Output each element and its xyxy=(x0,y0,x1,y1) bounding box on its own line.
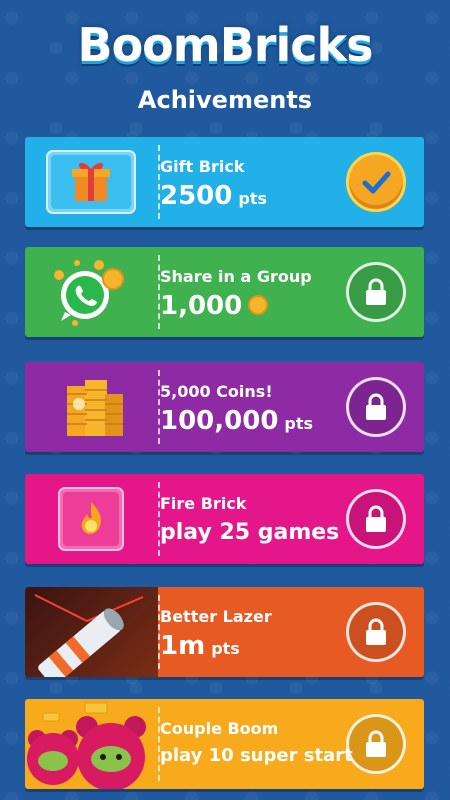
achievement-card-share-group[interactable]: Share in a Group 1,000 xyxy=(25,247,424,337)
value-number: 1m xyxy=(160,631,206,661)
lock-icon xyxy=(366,505,386,532)
achievement-title: Fire Brick xyxy=(160,494,247,513)
value-number: 1,000 xyxy=(160,291,243,321)
coin-stack-icon xyxy=(45,374,137,440)
achievement-value: 1m pts xyxy=(160,631,240,661)
achievement-value: play 10 super start xyxy=(160,745,353,766)
achievement-title: Couple Boom xyxy=(160,719,279,738)
achievement-title: Better Lazer xyxy=(160,607,272,626)
achievement-card-fire-brick[interactable]: Fire Brick play 25 games xyxy=(25,474,424,564)
app-logo: BoomBricks xyxy=(77,18,374,72)
value-unit: pts xyxy=(238,189,267,208)
fire-brick-icon xyxy=(45,486,137,552)
gift-icon xyxy=(45,149,137,215)
achievement-title: Share in a Group xyxy=(160,267,312,286)
completed-checkmark-button[interactable] xyxy=(346,152,406,212)
whatsapp-icon xyxy=(45,259,137,326)
achievement-value: 100,000 pts xyxy=(160,406,313,436)
lock-icon xyxy=(366,618,386,645)
lock-icon xyxy=(366,278,386,305)
locked-status-button[interactable] xyxy=(346,714,406,774)
lazer-cannon-icon xyxy=(25,587,158,677)
value-number: 100,000 xyxy=(160,406,279,436)
achievement-title: 5,000 Coins! xyxy=(160,382,273,401)
achievement-value: play 25 games xyxy=(160,520,340,545)
checkmark-icon xyxy=(362,171,391,194)
value-number: 2500 xyxy=(160,181,233,211)
value-unit: pts xyxy=(284,414,314,433)
achievement-value: 1,000 xyxy=(160,291,269,321)
locked-status-button[interactable] xyxy=(346,377,406,437)
bear-characters-icon xyxy=(25,699,158,789)
lock-icon xyxy=(366,393,386,420)
achievement-title: Gift Brick xyxy=(160,157,245,176)
achievement-card-couple-boom[interactable]: Couple Boom play 10 super start xyxy=(25,699,424,789)
achievement-card-5000-coins[interactable]: 5,000 Coins! 100,000 pts xyxy=(25,362,424,452)
lock-icon xyxy=(366,730,386,757)
achievement-card-better-lazer[interactable]: Better Lazer 1m pts xyxy=(25,587,424,677)
achievement-value: 2500 pts xyxy=(160,181,267,211)
locked-status-button[interactable] xyxy=(346,262,406,322)
locked-status-button[interactable] xyxy=(346,602,406,662)
value-unit: pts xyxy=(211,639,240,658)
page-title: Achivements xyxy=(137,86,313,114)
locked-status-button[interactable] xyxy=(346,489,406,549)
coin-icon xyxy=(248,294,269,315)
achievement-card-gift-brick[interactable]: Gift Brick 2500 pts xyxy=(25,137,424,227)
